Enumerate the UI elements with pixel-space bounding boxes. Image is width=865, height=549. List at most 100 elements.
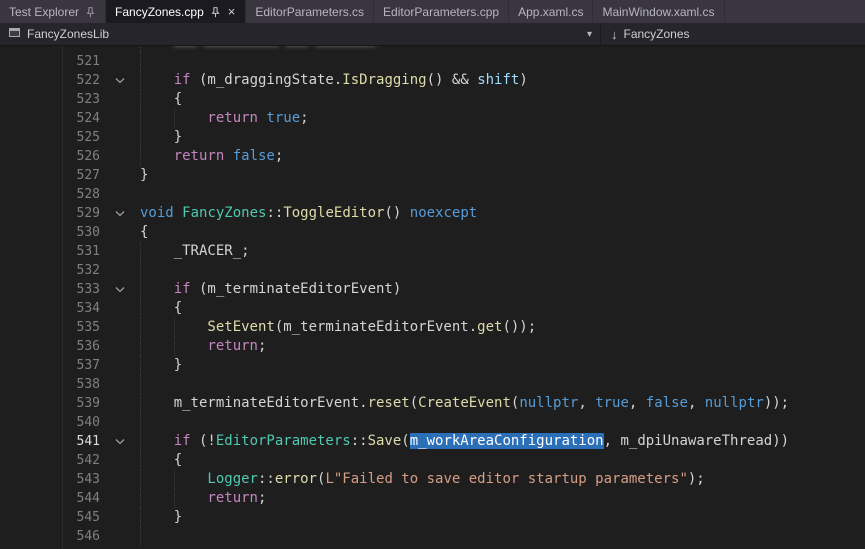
- tab-label: EditorParameters.cs: [255, 5, 364, 19]
- line-number[interactable]: 528: [0, 185, 100, 204]
- code-text: Logger::error(L"Failed to save editor st…: [140, 470, 865, 489]
- code-text: _TRACER_;: [140, 242, 865, 261]
- tab-label: MainWindow.xaml.cs: [602, 5, 714, 19]
- code-line[interactable]: 527}: [0, 166, 865, 185]
- code-line[interactable]: 545}: [0, 508, 865, 527]
- line-number[interactable]: 546: [0, 527, 100, 546]
- code-editor[interactable]: 520■■■ ■■■■■■■■■■ ■■■ ■■■■■■■■521522if (…: [0, 46, 865, 549]
- line-number[interactable]: 534: [0, 299, 100, 318]
- code-text: [140, 261, 865, 280]
- tab-editorparameters-cpp[interactable]: EditorParameters.cpp: [374, 0, 509, 23]
- code-text: {: [140, 90, 865, 109]
- line-number[interactable]: 545: [0, 508, 100, 527]
- code-line[interactable]: 539m_terminateEditorEvent.reset(CreateEv…: [0, 394, 865, 413]
- fold-margin: [100, 318, 140, 337]
- line-number[interactable]: 523: [0, 90, 100, 109]
- line-number[interactable]: 540: [0, 413, 100, 432]
- code-text: }: [140, 128, 865, 147]
- code-line[interactable]: 531 _TRACER_;: [0, 242, 865, 261]
- line-number[interactable]: 536: [0, 337, 100, 356]
- tab-fancyzones-cpp[interactable]: FancyZones.cpp×: [106, 0, 246, 23]
- line-number[interactable]: 539: [0, 394, 100, 413]
- code-line[interactable]: 528: [0, 185, 865, 204]
- line-number[interactable]: 535: [0, 318, 100, 337]
- code-text: }: [140, 356, 865, 375]
- indent-guide: [174, 318, 208, 337]
- pin-icon[interactable]: [85, 6, 96, 18]
- code-line[interactable]: 533if (m_terminateEditorEvent): [0, 280, 865, 299]
- code-line[interactable]: 544return;: [0, 489, 865, 508]
- line-number[interactable]: 544: [0, 489, 100, 508]
- code-line[interactable]: 525}: [0, 128, 865, 147]
- code-line[interactable]: 535SetEvent(m_terminateEditorEvent.get()…: [0, 318, 865, 337]
- fold-margin: [100, 128, 140, 147]
- tab-bar: Test ExplorerFancyZones.cpp× EditorParame…: [0, 0, 865, 23]
- fold-chevron-icon[interactable]: [100, 280, 140, 299]
- line-number[interactable]: 524: [0, 109, 100, 128]
- fold-margin: [100, 90, 140, 109]
- line-number[interactable]: 530: [0, 223, 100, 242]
- indent-guide: [140, 109, 174, 128]
- line-number[interactable]: 537: [0, 356, 100, 375]
- line-number[interactable]: 527: [0, 166, 100, 185]
- indent-guide: [140, 147, 174, 166]
- tab-editorparameters-cs[interactable]: EditorParameters.cs: [246, 0, 374, 23]
- line-number[interactable]: 542: [0, 451, 100, 470]
- code-line[interactable]: 523 {: [0, 90, 865, 109]
- tab-label: EditorParameters.cpp: [383, 5, 499, 19]
- fold-margin: [100, 451, 140, 470]
- chevron-down-icon[interactable]: ▾: [587, 29, 592, 40]
- line-number[interactable]: 538: [0, 375, 100, 394]
- fold-margin: [100, 242, 140, 261]
- code-line[interactable]: 537}: [0, 356, 865, 375]
- code-line[interactable]: 521: [0, 52, 865, 71]
- code-line[interactable]: 522if (m_draggingState.IsDragging() && s…: [0, 71, 865, 90]
- fold-chevron-icon[interactable]: [100, 432, 140, 451]
- vs-editor-window: Test ExplorerFancyZones.cpp× EditorParame…: [0, 0, 865, 549]
- line-number[interactable]: 526: [0, 147, 100, 166]
- scope-dropdown[interactable]: FancyZonesLib ▾: [0, 23, 600, 45]
- code-line[interactable]: 542{: [0, 451, 865, 470]
- selected-text[interactable]: m_workAreaConfiguration: [410, 433, 604, 449]
- line-number[interactable]: 533: [0, 280, 100, 299]
- code-line[interactable]: 526return false;: [0, 147, 865, 166]
- indent-guide: [140, 71, 174, 90]
- code-line[interactable]: 538: [0, 375, 865, 394]
- tab-mainwindow-xaml-cs[interactable]: MainWindow.xaml.cs: [593, 0, 724, 23]
- fold-margin: [100, 413, 140, 432]
- fold-chevron-icon[interactable]: [100, 204, 140, 223]
- code-text: {: [140, 223, 865, 242]
- fold-margin: [100, 394, 140, 413]
- fold-margin: [100, 52, 140, 71]
- pin-icon[interactable]: [210, 6, 221, 18]
- close-icon[interactable]: ×: [227, 5, 237, 18]
- code-line[interactable]: 536return;: [0, 337, 865, 356]
- indent-guide: [140, 90, 174, 109]
- code-line[interactable]: 532: [0, 261, 865, 280]
- code-line[interactable]: 529void FancyZones::ToggleEditor() noexc…: [0, 204, 865, 223]
- fold-chevron-icon[interactable]: [100, 71, 140, 90]
- line-number[interactable]: 532: [0, 261, 100, 280]
- member-dropdown[interactable]: ↓ FancyZones: [601, 23, 865, 45]
- code-line[interactable]: 524return true;: [0, 109, 865, 128]
- indent-guide: [140, 413, 174, 432]
- fold-margin: [100, 166, 140, 185]
- code-line[interactable]: 543 Logger::error(L"Failed to save editor…: [0, 470, 865, 489]
- code-line[interactable]: 541if (!EditorParameters::Save(m_workAre…: [0, 432, 865, 451]
- code-line[interactable]: 534{: [0, 299, 865, 318]
- code-line[interactable]: 530 {: [0, 223, 865, 242]
- line-number[interactable]: 525: [0, 128, 100, 147]
- line-number[interactable]: 543: [0, 470, 100, 489]
- line-number[interactable]: 541: [0, 432, 100, 451]
- line-number[interactable]: 531: [0, 242, 100, 261]
- line-number[interactable]: 522: [0, 71, 100, 90]
- tab-test-explorer[interactable]: Test Explorer: [0, 0, 106, 23]
- line-number[interactable]: 521: [0, 52, 100, 71]
- code-line[interactable]: 546: [0, 527, 865, 546]
- indent-guide: [140, 432, 174, 451]
- fold-margin: [100, 185, 140, 204]
- indent-guide: [140, 261, 174, 280]
- line-number[interactable]: 529: [0, 204, 100, 223]
- code-line[interactable]: 540: [0, 413, 865, 432]
- tab-app-xaml-cs[interactable]: App.xaml.cs: [509, 0, 593, 23]
